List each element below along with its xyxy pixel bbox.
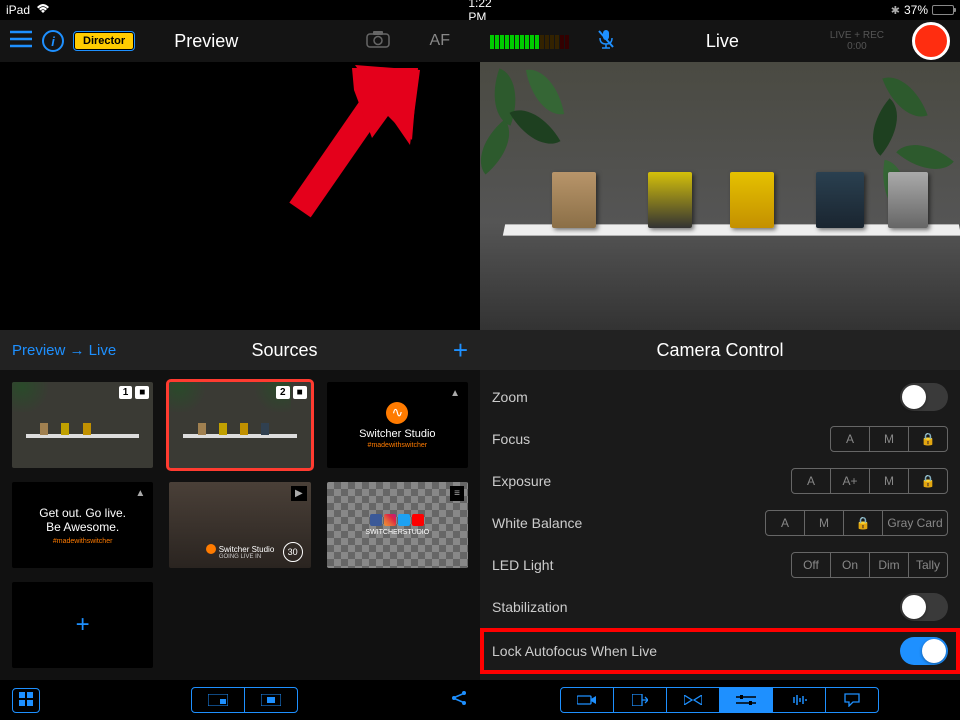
sources-grid: 1■ 2■ ∿ Switcher Studio #madewithswitche…	[0, 370, 480, 680]
live-viewport[interactable]	[480, 62, 960, 330]
camera-icon[interactable]	[366, 30, 390, 53]
source-tile-5[interactable]: Switcher Studio GOING LIVE IN 30 ▶	[169, 482, 310, 568]
wb-row: White Balance A M 🔒 Gray Card	[492, 502, 948, 544]
focus-row: Focus A M 🔒	[492, 418, 948, 460]
source-tile-3[interactable]: ∿ Switcher Studio #madewithswitcher ▲	[327, 382, 468, 468]
tab-output[interactable]	[613, 687, 667, 713]
wb-m[interactable]: M	[804, 510, 844, 536]
led-row: LED Light Off On Dim Tally	[492, 544, 948, 586]
live-panel: Live LIVE + REC 0:00	[480, 20, 960, 330]
stabilization-toggle[interactable]	[900, 593, 948, 621]
exposure-row: Exposure A A+ M 🔒	[492, 460, 948, 502]
exposure-aplus[interactable]: A+	[830, 468, 870, 494]
preview-to-live-button[interactable]: Preview → Live	[12, 342, 116, 359]
director-badge[interactable]: Director	[74, 32, 134, 50]
sources-title: Sources	[251, 340, 317, 361]
source-tile-1[interactable]: 1■	[12, 382, 153, 468]
led-off[interactable]: Off	[791, 552, 831, 578]
wb-lock[interactable]: 🔒	[843, 510, 883, 536]
video-icon: ▶	[291, 486, 307, 501]
share-button[interactable]	[450, 689, 468, 712]
wifi-icon	[36, 3, 50, 17]
menu-icon[interactable]	[10, 28, 32, 54]
preview-viewport[interactable]	[0, 62, 480, 330]
battery-pct: 37%	[904, 3, 928, 17]
zoom-toggle[interactable]	[900, 383, 948, 411]
led-on[interactable]: On	[830, 552, 870, 578]
led-dim[interactable]: Dim	[869, 552, 909, 578]
record-button[interactable]	[912, 22, 950, 60]
layers-icon: ≡	[450, 486, 464, 501]
tab-chat[interactable]	[825, 687, 879, 713]
focus-lock[interactable]: 🔒	[908, 426, 948, 452]
camera-badge: 2■	[276, 386, 307, 399]
lock-af-toggle[interactable]	[900, 637, 948, 665]
add-source-button[interactable]: +	[453, 335, 468, 366]
add-source-tile[interactable]: +	[12, 582, 153, 668]
source-tile-6[interactable]: SWITCHERSTUDIO ≡	[327, 482, 468, 568]
led-tally[interactable]: Tally	[908, 552, 948, 578]
wb-graycard[interactable]: Gray Card	[882, 510, 948, 536]
live-title: Live	[706, 31, 739, 52]
layout-b-button[interactable]	[244, 687, 298, 713]
stabilization-row: Stabilization	[492, 586, 948, 628]
focus-auto[interactable]: A	[830, 426, 870, 452]
lock-af-row: Lock Autofocus When Live	[482, 630, 958, 672]
camera-badge: 1■	[119, 386, 150, 399]
countdown-badge: 30	[283, 542, 303, 562]
exposure-a[interactable]: A	[791, 468, 831, 494]
preview-title: Preview	[174, 31, 238, 52]
camera-control-title: Camera Control	[656, 340, 783, 361]
exposure-m[interactable]: M	[869, 468, 909, 494]
footer-toolbar	[0, 680, 960, 720]
zoom-row: Zoom	[492, 376, 948, 418]
battery-icon	[932, 5, 954, 15]
preview-panel: i Director Preview AF	[0, 20, 480, 330]
tab-audio[interactable]	[772, 687, 826, 713]
device-label: iPad	[6, 3, 30, 17]
layout-a-button[interactable]	[191, 687, 245, 713]
source-tile-2[interactable]: 2■	[169, 382, 310, 468]
tab-sliders[interactable]	[719, 687, 773, 713]
mic-mute-icon[interactable]	[597, 29, 615, 54]
audio-meter	[490, 33, 569, 49]
status-bar: iPad 1:22 PM ✱ 37%	[0, 0, 960, 20]
info-icon[interactable]: i	[42, 30, 64, 52]
bluetooth-icon: ✱	[891, 4, 900, 17]
autofocus-button[interactable]: AF	[430, 32, 450, 50]
source-tile-4[interactable]: Get out. Go live. Be Awesome. #madewiths…	[12, 482, 153, 568]
tab-camera[interactable]	[560, 687, 614, 713]
exposure-lock[interactable]: 🔒	[908, 468, 948, 494]
image-icon: ▲	[446, 386, 464, 401]
camera-controls: Zoom Focus A M 🔒 Exposure A A+ M 🔒 White…	[480, 370, 960, 680]
grid-view-button[interactable]	[12, 688, 40, 713]
focus-manual[interactable]: M	[869, 426, 909, 452]
tab-bowtie[interactable]	[666, 687, 720, 713]
wb-a[interactable]: A	[765, 510, 805, 536]
image-icon: ▲	[131, 486, 149, 501]
rec-status: LIVE + REC 0:00	[830, 30, 884, 52]
